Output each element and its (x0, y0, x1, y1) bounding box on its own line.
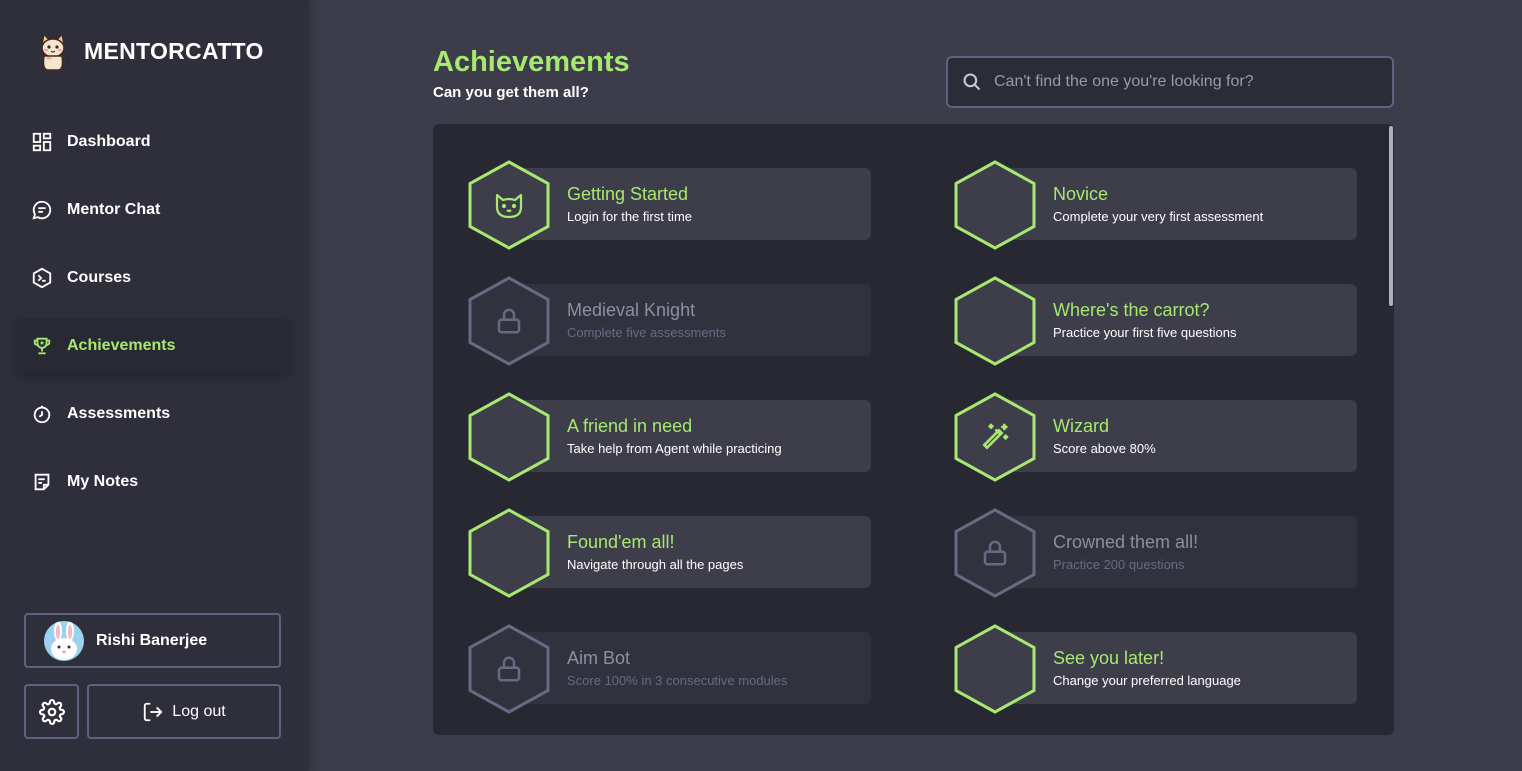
terminal-hex-icon (31, 267, 53, 289)
scrollbar[interactable] (1389, 126, 1393, 306)
user-profile-button[interactable]: Rishi Banerjee (24, 613, 281, 668)
search-icon (963, 73, 981, 91)
sidebar-item-label: My Notes (67, 473, 139, 490)
logout-button[interactable]: Log out (87, 684, 281, 739)
achievement-desc: Complete your very first assessment (1053, 209, 1264, 224)
achievement-title: A friend in need (567, 416, 693, 436)
achievement-title: Wizard (1053, 416, 1110, 436)
brand[interactable]: MENTORCATTO (34, 30, 264, 72)
achievement-card[interactable]: Where's the carrot? Practice your first … (953, 276, 1357, 366)
page-title: Achievements (433, 46, 630, 78)
note-icon (31, 471, 53, 493)
gear-icon (38, 698, 65, 725)
achievement-desc: Practice your first five questions (1053, 325, 1237, 340)
achievement-title: Medieval Knight (567, 300, 696, 320)
sidebar-item-label: Achievements (67, 337, 176, 354)
achievement-card-bg (993, 400, 1357, 472)
achievement-desc: Score above 80% (1053, 441, 1156, 456)
search-input[interactable] (994, 73, 1374, 91)
achievements-panel: Getting Started Login for the first time… (433, 124, 1394, 735)
achievement-card[interactable]: Novice Complete your very first assessme… (953, 160, 1357, 250)
sidebar: MENTORCATTO Dashboard Mentor Chat Course… (0, 0, 308, 771)
cat-face-icon (489, 185, 529, 225)
chat-icon (31, 199, 53, 221)
sidebar-item-my-notes[interactable]: My Notes (16, 454, 290, 510)
achievement-desc: Change your preferred language (1053, 673, 1241, 688)
achievement-card-locked[interactable]: Aim Bot Score 100% in 3 consecutive modu… (467, 624, 871, 714)
sidebar-item-dashboard[interactable]: Dashboard (16, 114, 290, 170)
avatar (44, 620, 84, 661)
settings-button[interactable] (24, 684, 79, 739)
achievement-card[interactable]: See you later! Change your preferred lan… (953, 624, 1357, 714)
timer-icon (31, 403, 53, 425)
sidebar-item-label: Assessments (67, 405, 171, 422)
logout-label: Log out (172, 702, 226, 720)
sidebar-item-label: Courses (67, 269, 132, 286)
sidebar-nav: Dashboard Mentor Chat Courses Achievemen… (16, 114, 290, 522)
lock-icon (489, 649, 529, 689)
sidebar-item-label: Mentor Chat (67, 201, 161, 218)
hexagon-badge (954, 276, 1036, 366)
lock-icon (489, 301, 529, 341)
trophy-icon (31, 335, 53, 357)
achievement-title: Crowned them all! (1053, 532, 1199, 552)
sidebar-item-mentor-chat[interactable]: Mentor Chat (16, 182, 290, 238)
achievement-card[interactable]: A friend in need Take help from Agent wh… (467, 392, 871, 482)
app-name: MENTORCATTO (84, 37, 264, 64)
hexagon-badge (468, 392, 550, 482)
search-box (946, 56, 1394, 108)
sidebar-item-label: Dashboard (67, 133, 151, 150)
achievement-desc: Complete five assessments (567, 325, 726, 340)
achievement-title: Aim Bot (567, 648, 631, 668)
sidebar-item-assessments[interactable]: Assessments (16, 386, 290, 442)
sidebar-item-courses[interactable]: Courses (16, 250, 290, 306)
magic-wand-icon (975, 417, 1015, 457)
achievement-title: Getting Started (567, 184, 689, 204)
hexagon-badge (954, 624, 1036, 714)
hexagon-badge (468, 508, 550, 598)
logout-icon (144, 702, 163, 721)
achievement-desc: Login for the first time (567, 209, 692, 224)
achievement-card[interactable]: Wizard Score above 80% (953, 392, 1357, 482)
achievement-desc: Navigate through all the pages (567, 557, 744, 572)
achievement-desc: Take help from Agent while practicing (567, 441, 782, 456)
achievement-card-locked[interactable]: Crowned them all! Practice 200 questions (953, 508, 1357, 598)
lock-icon (975, 533, 1015, 573)
achievement-title: Where's the carrot? (1053, 300, 1210, 320)
achievement-title: Found'em all! (567, 532, 675, 552)
achievement-title: See you later! (1053, 648, 1165, 668)
sidebar-item-achievements[interactable]: Achievements (16, 318, 290, 374)
achievement-desc: Score 100% in 3 consecutive modules (567, 673, 788, 688)
achievement-card-locked[interactable]: Medieval Knight Complete five assessment… (467, 276, 871, 366)
achievement-title: Novice (1053, 184, 1109, 204)
achievement-card[interactable]: Getting Started Login for the first time (467, 160, 871, 250)
dashboard-icon (31, 131, 53, 153)
achievement-card[interactable]: Found'em all! Navigate through all the p… (467, 508, 871, 598)
achievement-desc: Practice 200 questions (1053, 557, 1185, 572)
page-subtitle: Can you get them all? (433, 84, 589, 101)
hexagon-badge (954, 160, 1036, 250)
cat-logo-icon (41, 32, 70, 71)
user-name: Rishi Banerjee (96, 631, 208, 649)
